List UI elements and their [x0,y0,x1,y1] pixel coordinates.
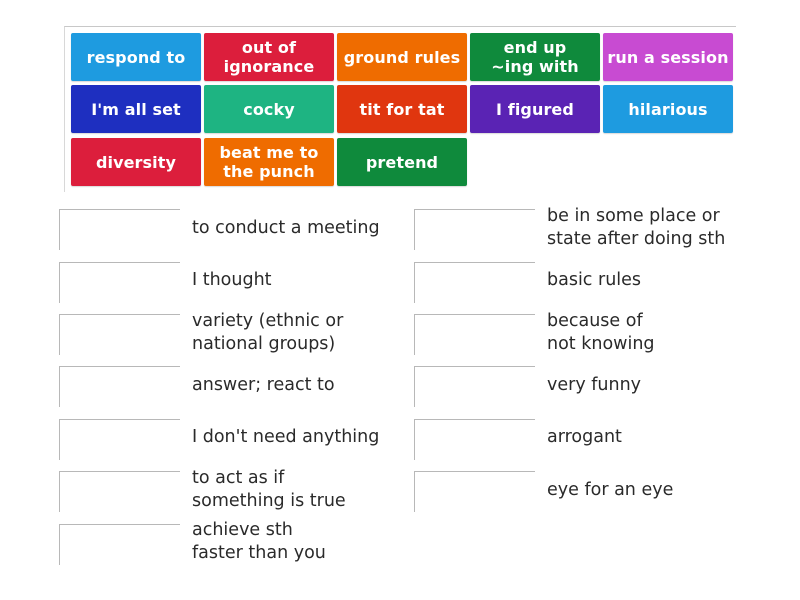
tile-end-up-ing-with[interactable]: end up ~ing with [470,33,600,81]
tile-hilarious[interactable]: hilarious [603,85,733,133]
definition-text: I thought [192,269,272,290]
definition-text: variety (ethnic or national groups) [192,311,344,354]
definition-text: arrogant [547,426,622,447]
answer-drop-zone[interactable] [414,366,535,407]
tile-tit-for-tat[interactable]: tit for tat [337,85,467,133]
definition-text: eye for an eye [547,479,674,500]
tile-pretend[interactable]: pretend [337,138,467,186]
definition-text: to conduct a meeting [192,217,380,238]
definition-text: because of not knowing [547,311,655,354]
answer-drop-zone[interactable] [59,419,180,460]
tile-ground-rules[interactable]: ground rules [337,33,467,81]
tile-diversity[interactable]: diversity [71,138,201,186]
definition-text: I don't need anything [192,426,380,447]
tile-cocky[interactable]: cocky [204,85,334,133]
definition-text: very funny [547,374,642,395]
tile-bank: respond to out of ignorance ground rules… [64,26,736,192]
tile-respond-to[interactable]: respond to [71,33,201,81]
tile-im-all-set[interactable]: I'm all set [71,85,201,133]
definition-text: achieve sth faster than you [192,520,326,563]
answer-drop-zone[interactable] [414,262,535,303]
answer-drop-zone[interactable] [414,419,535,460]
tile-i-figured[interactable]: I figured [470,85,600,133]
tile-beat-me-to-the-punch[interactable]: beat me to the punch [204,138,334,186]
answer-drop-zone[interactable] [59,366,180,407]
answer-drop-zone[interactable] [59,209,180,250]
definition-text: be in some place or state after doing st… [547,206,726,249]
definition-text: basic rules [547,269,642,290]
answer-drop-zone[interactable] [59,262,180,303]
answer-drop-zone[interactable] [414,209,535,250]
definition-text: to act as if something is true [192,468,346,511]
answer-drop-zone[interactable] [59,314,180,355]
answer-drop-zone[interactable] [59,524,180,565]
answer-drop-zone[interactable] [414,471,535,512]
tile-out-of-ignorance[interactable]: out of ignorance [204,33,334,81]
definition-text: answer; react to [192,374,335,395]
answer-drop-zone[interactable] [59,471,180,512]
answer-drop-zone[interactable] [414,314,535,355]
tile-run-a-session[interactable]: run a session [603,33,733,81]
